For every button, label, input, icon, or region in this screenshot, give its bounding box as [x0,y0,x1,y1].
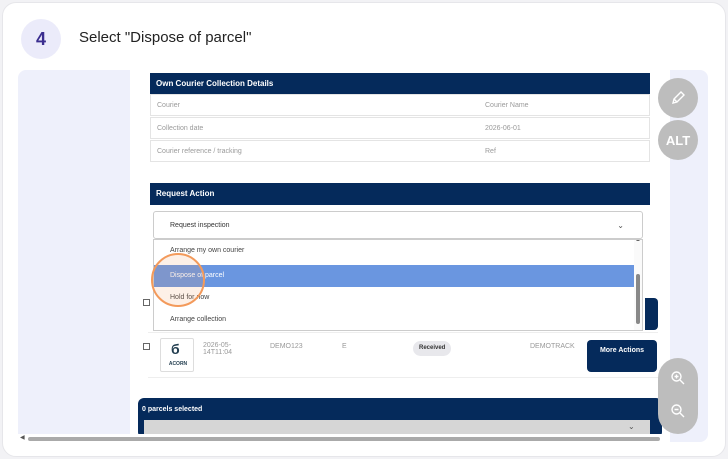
chevron-down-icon: ⌄ [617,221,624,230]
row-checkbox[interactable] [143,343,150,350]
parcel-reference: DEMO123 [270,343,303,350]
courier-row: Courier Courier Name [150,94,650,116]
request-action-dropdown: Arrange my own courier Dispose of parcel… [153,239,643,331]
courier-reference-label: Courier reference / tracking [157,148,242,155]
collection-date-label: Collection date [157,125,204,132]
courier-value: Courier Name [485,102,529,109]
selected-count: 0 parcels selected [142,406,203,413]
parcel-date: 2026-05-14T11:04 [203,342,233,356]
collection-date-value: 2026-06-01 [485,125,521,132]
more-actions-button[interactable]: More Actions [587,340,657,372]
click-marker [151,253,205,307]
step-title: Select "Dispose of parcel" [79,29,252,46]
step-number-badge: 4 [21,19,61,59]
collection-date-row: Collection date 2026-06-01 [150,117,650,139]
request-action-select[interactable]: Request inspection ⌄ [153,211,643,239]
parcel-tracking: DEMOTRACK [530,343,575,350]
zoom-out-icon[interactable] [666,399,690,423]
zoom-in-icon[interactable] [666,366,690,390]
scroll-up-icon[interactable]: ▲ [635,240,641,243]
option-arrange-own-courier[interactable]: Arrange my own courier [154,240,636,262]
request-action-selected: Request inspection [170,222,230,229]
carrier-logo: б ACORN [160,338,194,372]
pencil-icon[interactable] [658,78,698,118]
courier-reference-row: Courier reference / tracking Ref [150,140,650,162]
dropdown-scroll-thumb[interactable] [636,274,640,324]
screenshot-frame: Own Courier Collection Details Courier C… [18,70,708,442]
parcel-service: E [342,343,347,350]
option-dispose-of-parcel[interactable]: Dispose of parcel [154,265,636,287]
option-arrange-collection[interactable]: Arrange collection [154,309,636,330]
option-hold-for-now[interactable]: Hold for now [154,287,636,309]
alt-text-button[interactable]: ALT [658,120,698,160]
courier-reference-value: Ref [485,148,496,155]
courier-label: Courier [157,102,180,109]
row-checkbox-hidden[interactable] [143,299,150,306]
scroll-left-icon[interactable]: ◀ [20,434,25,441]
acorn-logo-icon: б [171,341,180,357]
more-actions-button-hidden[interactable] [645,298,658,330]
status-badge: Received [413,341,452,356]
chevron-down-icon: ⌄ [628,422,635,431]
dropdown-scrollbar[interactable]: ▲ [634,240,642,330]
collection-details-header: Own Courier Collection Details [150,73,650,95]
logo-text: ACORN [168,361,188,367]
horizontal-scrollbar-thumb[interactable] [28,437,660,441]
request-action-header: Request Action [150,183,650,205]
